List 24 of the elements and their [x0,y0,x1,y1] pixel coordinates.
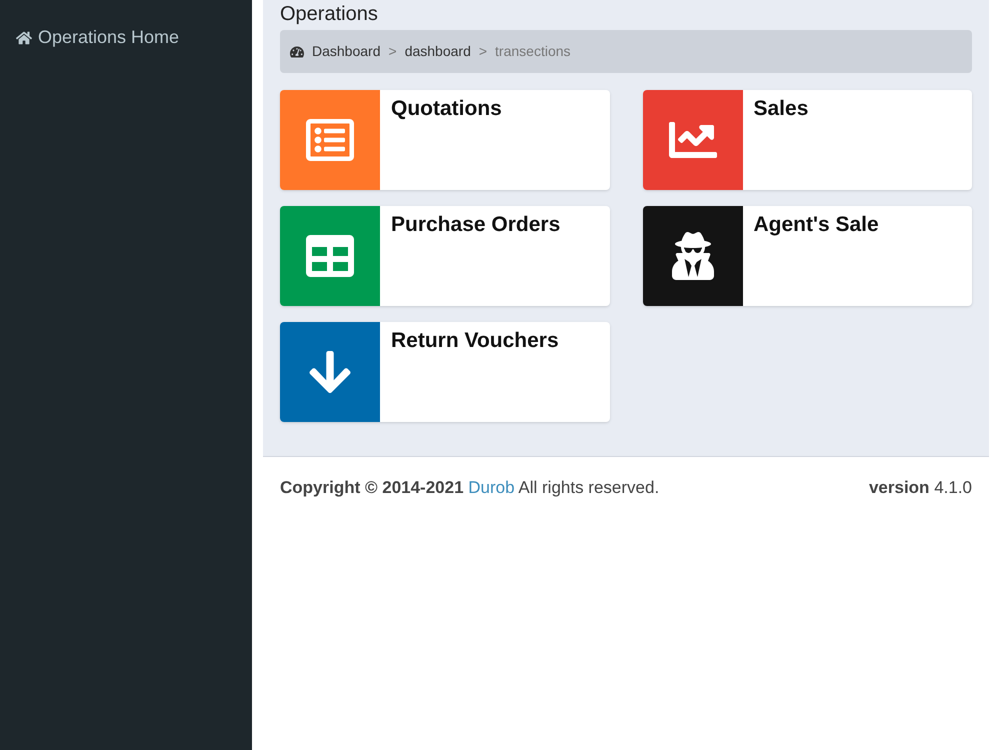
sidebar-item[interactable]: Operations Home [16,24,236,51]
breadcrumb-link[interactable]: dashboard [404,41,471,62]
version-info: version 4.1.0 [868,477,972,499]
table-icon [306,232,354,280]
tile-card[interactable]: Return Vouchers [280,322,610,422]
breadcrumb-link[interactable]: Dashboard [312,41,380,62]
tile-card[interactable]: Sales [642,90,972,190]
breadcrumb-separator: > [478,42,488,61]
tile-title: Purchase Orders [390,212,560,238]
home-icon [16,30,32,46]
dashboard-icon [290,44,304,58]
tile-title: Sales [752,96,808,122]
list-icon [306,116,354,164]
breadcrumb-separator: > [388,42,397,61]
copyright-notice: Copyright © 2014-2021 Durob All rights reserved. [280,477,660,499]
breadcrumb-current: transections [495,42,571,61]
tile-card[interactable]: Purchase Orders [280,206,610,306]
tile-card[interactable]: Agent's Sale [642,206,972,306]
durob-link[interactable]: Durob [468,478,515,497]
tile-title: Quotations [390,96,502,122]
tile-card[interactable]: Quotations [280,90,610,190]
tile-title: Return Vouchers [390,328,559,354]
tile-title: Agent's Sale [752,212,879,238]
page-title: Operations [280,2,379,26]
